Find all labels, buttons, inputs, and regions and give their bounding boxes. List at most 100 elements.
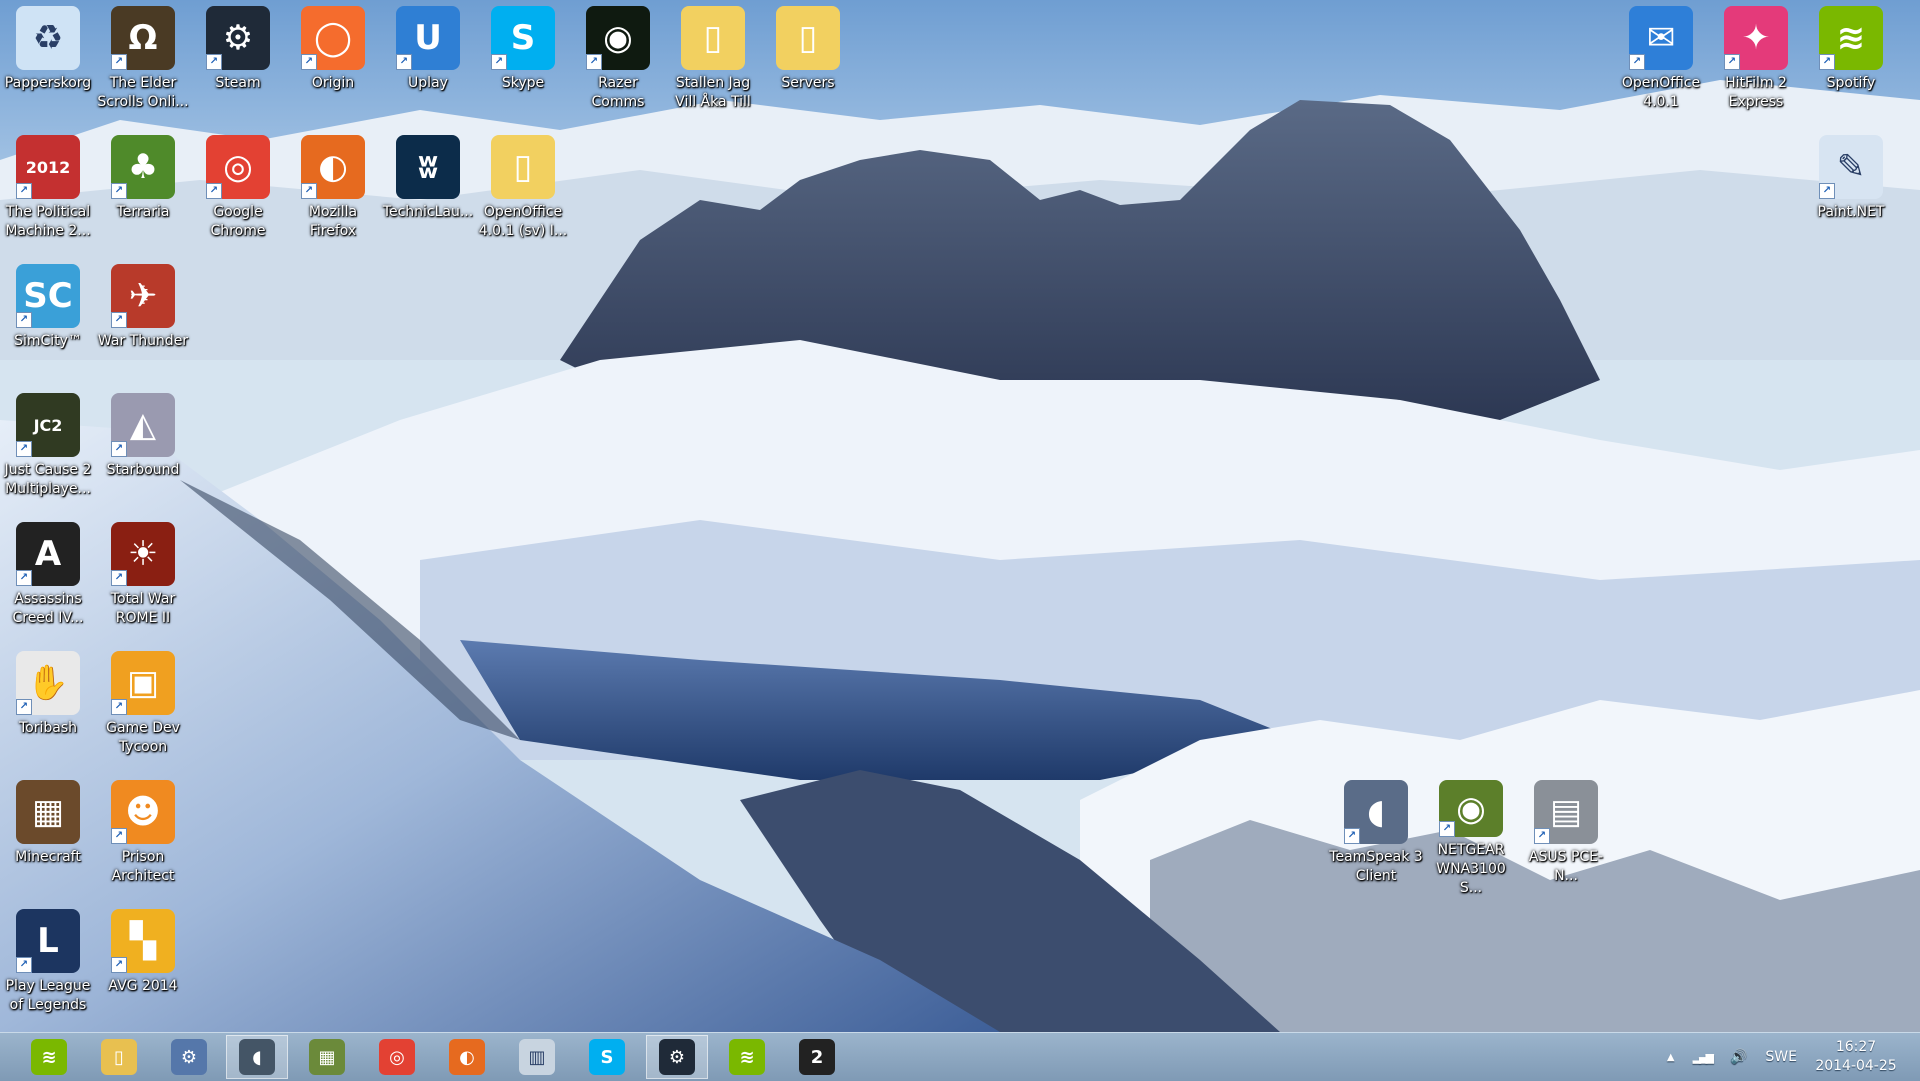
avg-antivirus-icon: ▚ ↗ [111,909,175,973]
desktop-icon-firefox[interactable]: ◐ ↗ Mozilla Firefox [285,129,381,253]
input-language-indicator[interactable]: SWE [1765,1049,1797,1065]
recycle-bin-icon: ♻ [16,6,80,70]
taskbar-button-chrome[interactable]: ◎ [366,1035,428,1079]
desktop-icon-recycle[interactable]: ♻ Papperskorg [0,0,96,124]
desktop-icon-label: Google Chrome [210,204,266,239]
political-machine-icon: 2012 ↗ [16,135,80,199]
desktop-icon-netgear[interactable]: ◉ ↗ NETGEAR WNA3100 S... [1423,774,1519,898]
asus-network-card-icon: ▤ ↗ [1534,780,1598,844]
taskbar-button-skype[interactable]: S [576,1035,638,1079]
desktop-icon-label: Just Cause 2 Multiplaye... [4,462,92,497]
icon-glyph: ◯ [313,18,353,58]
icon-glyph: ▯ [703,18,723,58]
shortcut-arrow-icon: ↗ [111,312,127,328]
icon-glyph: A [34,534,62,574]
minecraft-grass-block-icon: ▦ [309,1039,345,1075]
desktop-icon-label: Starbound [106,462,180,478]
league-of-legends-icon: L ↗ [16,909,80,973]
taskbar-button-spotify[interactable]: ≋ [18,1035,80,1079]
taskbar-button-taskmgr[interactable]: ▥ [506,1035,568,1079]
desktop-icon-hitfilm[interactable]: ✦ ↗ HitFilm 2 Express [1708,0,1804,124]
icon-glyph: ✦ [1741,18,1771,58]
desktop-icon-label: The Political Machine 2... [5,204,91,239]
chrome-icon: ◎ [379,1039,415,1075]
taskbar-button-settings[interactable]: ⚙ [158,1035,220,1079]
icon-glyph: ✎ [1836,147,1866,187]
volume-icon[interactable]: 🔊 [1730,1049,1747,1065]
desktop-icon-spotify[interactable]: ≋ ↗ Spotify [1803,0,1899,124]
icon-glyph: ☀ [127,534,159,574]
desktop-icon-minecraft[interactable]: ▦ Minecraft [0,774,96,898]
shortcut-arrow-icon: ↗ [111,570,127,586]
shortcut-arrow-icon: ↗ [206,54,222,70]
desktop-icon-league[interactable]: L ↗ Play League of Legends [0,903,96,1027]
desktop-icon-gamedev[interactable]: ▣ ↗ Game Dev Tycoon [95,645,191,769]
desktop-icon-prison[interactable]: ☻ ↗ Prison Architect [95,774,191,898]
desktop-icon-stallen[interactable]: ▯ Stallen Jag Vill Åka Till [665,0,761,124]
desktop-icon-avg[interactable]: ▚ ↗ AVG 2014 [95,903,191,1027]
icon-glyph: SC [23,276,73,316]
taskbar-button-minecraft[interactable]: ▦ [296,1035,358,1079]
icon-glyph: ▤ [1549,792,1583,832]
icon-glyph: U [414,18,442,58]
icon-glyph: ▯ [513,147,533,187]
desktop-icon-uplay[interactable]: U ↗ Uplay [380,0,476,124]
desktop-icon-label: Servers [781,75,835,91]
desktop-icon-label: The Elder Scrolls Onli... [97,75,189,110]
taskbar-button-spotify2[interactable]: ≋ [716,1035,778,1079]
shortcut-arrow-icon: ↗ [491,54,507,70]
desktop-icon-servers[interactable]: ▯ Servers [760,0,856,124]
desktop-icon-paintnet[interactable]: ✎ ↗ Paint.NET [1803,129,1899,253]
taskbar-button-explorer[interactable]: ▯ [88,1035,150,1079]
taskbar-button-firefox[interactable]: ◐ [436,1035,498,1079]
taskbar-button-app2[interactable]: 2 [786,1035,848,1079]
desktop-icon-elder[interactable]: Ω ↗ The Elder Scrolls Onli... [95,0,191,124]
desktop-icon-starbound[interactable]: ◭ ↗ Starbound [95,387,191,511]
desktop-icon-simcity[interactable]: SC ↗ SimCity™ [0,258,96,382]
icon-glyph: ▚ [129,921,157,961]
desktop-icon-label: AVG 2014 [108,978,178,994]
desktop-icon-warthunder[interactable]: ✈ ↗ War Thunder [95,258,191,382]
minecraft-grass-block-icon: ▦ [16,780,80,844]
spotify-icon: ≋ [31,1039,67,1075]
taskbar-button-steam[interactable]: ⚙ [646,1035,708,1079]
desktop-icon-justcause[interactable]: JC2 ↗ Just Cause 2 Multiplaye... [0,387,96,511]
icon-glyph: ◭ [129,405,157,445]
desktop-icon-openoffice_folder[interactable]: ▯ OpenOffice 4.0.1 (sv) I... [475,129,571,253]
settings-gear-icon: ⚙ [171,1039,207,1075]
icon-glyph: ♣ [127,147,159,187]
shortcut-arrow-icon: ↗ [16,570,32,586]
icon-glyph: ◐ [318,147,348,187]
show-hidden-icons-chevron-icon[interactable]: ▲ [1667,1052,1675,1063]
desktop-icon-label: OpenOffice 4.0.1 [1621,75,1701,110]
desktop-icon-label: Terraria [116,204,170,220]
taskbar-button-teamspeak[interactable]: ◖ [226,1035,288,1079]
paint-net-icon: ✎ ↗ [1819,135,1883,199]
shortcut-arrow-icon: ↗ [301,54,317,70]
desktop-icon-label: Minecraft [15,849,81,865]
assassins-creed-icon: A ↗ [16,522,80,586]
desktop-icon-assassins[interactable]: A ↗ Assassins Creed IV... [0,516,96,640]
desktop-icon-openoffice[interactable]: ✉ ↗ OpenOffice 4.0.1 [1613,0,1709,124]
desktop-icon-asus[interactable]: ▤ ↗ ASUS PCE-N... [1518,774,1614,898]
desktop-icon-origin[interactable]: ◯ ↗ Origin [285,0,381,124]
desktop-icon-razer[interactable]: ◉ ↗ Razer Comms [570,0,666,124]
clock[interactable]: 16:27 2014-04-25 [1806,1038,1906,1076]
desktop-icon-chrome[interactable]: ◎ ↗ Google Chrome [190,129,286,253]
desktop-icon-skype[interactable]: S ↗ Skype [475,0,571,124]
icon-glyph: ✉ [1646,18,1676,58]
desktop-icon-political[interactable]: 2012 ↗ The Political Machine 2... [0,129,96,253]
desktop-icon-teamspeak[interactable]: ◖ ↗ TeamSpeak 3 Client [1328,774,1424,898]
desktop-icon-steam[interactable]: ⚙ ↗ Steam [190,0,286,124]
file-explorer-icon: ▯ [101,1039,137,1075]
desktop-icon-label: Uplay [408,75,448,91]
desktop-icon-rome[interactable]: ☀ ↗ Total War ROME II [95,516,191,640]
desktop-icon-label: Stallen Jag Vill Åka Till [675,75,751,110]
desktop-icon-technic[interactable]: ʬ TechnicLau... [380,129,476,253]
network-icon[interactable]: ▂▄▆ [1693,1051,1714,1064]
shortcut-arrow-icon: ↗ [396,54,412,70]
origin-icon: ◯ ↗ [301,6,365,70]
desktop-icon-toribash[interactable]: ✋ ↗ Toribash [0,645,96,769]
desktop-icon-terraria[interactable]: ♣ ↗ Terraria [95,129,191,253]
starbound-penguin-icon: ◭ ↗ [111,393,175,457]
